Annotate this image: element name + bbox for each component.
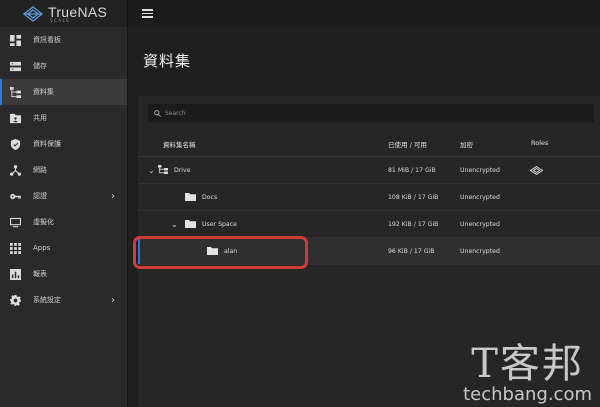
dataset-name: Drive (174, 167, 191, 174)
dataset-name-cell: ⌄ Drive (148, 157, 191, 184)
sidebar-item-label: 資料集 (33, 88, 54, 96)
usage-cell: 108 KiB / 17 GiB (388, 194, 439, 201)
key-icon (10, 191, 21, 202)
chevron-down-icon[interactable]: ⌄ (171, 220, 181, 229)
shield-icon (10, 138, 21, 150)
table-row[interactable]: Docs 108 KiB / 17 GiB Unencrypted (138, 184, 600, 211)
search-box[interactable] (148, 104, 594, 122)
sidebar-item-label: 認證 (33, 192, 47, 200)
storage-icon (10, 61, 21, 72)
dataset-name-cell: ⌄ User Space (171, 211, 237, 238)
sidebar-item-credentials[interactable]: 認證 › (0, 183, 127, 209)
sidebar-item-label: Apps (33, 244, 51, 252)
column-header-roles[interactable]: Roles (531, 139, 548, 147)
dataset-name: Docs (202, 194, 218, 201)
watermark-url: techbang.com (463, 384, 592, 405)
dataset-name: User Space (202, 221, 237, 228)
sidebar-item-system-settings[interactable]: 系統設定 › (0, 287, 127, 313)
monitor-icon (10, 217, 21, 228)
top-bar (128, 0, 600, 27)
sidebar-item-label: 共用 (33, 114, 47, 122)
truenas-logo-icon (22, 5, 44, 22)
sidebar-item-label: 虛擬化 (33, 218, 54, 226)
encryption-cell: Unencrypted (460, 194, 500, 201)
sidebar-item-apps[interactable]: Apps (0, 235, 127, 261)
sidebar-item-dashboard[interactable]: 資訊看板 (0, 27, 127, 53)
search-input[interactable] (165, 109, 565, 117)
truenas-logo[interactable]: TrueNAS SCALE (0, 0, 127, 27)
sidebar: TrueNAS SCALE 資訊看板 儲存 資料集 共用 資料保護 網路 認證 … (0, 0, 128, 407)
sidebar-item-shares[interactable]: 共用 (0, 105, 127, 131)
usage-cell: 96 KiB / 17 GiB (388, 248, 435, 255)
page-title: 資料集 (143, 52, 192, 70)
column-header-usage[interactable]: 已使用 / 可用 (388, 139, 427, 149)
sidebar-item-data-protection[interactable]: 資料保護 (0, 131, 127, 157)
datasets-icon (10, 86, 21, 98)
folder-icon (185, 219, 196, 230)
roles-icon (530, 157, 543, 184)
gear-icon (10, 294, 21, 306)
sidebar-nav: 資訊看板 儲存 資料集 共用 資料保護 網路 認證 › 虛擬化 Apps 報表 … (0, 27, 127, 313)
highlight-annotation (133, 236, 308, 269)
sidebar-item-label: 網路 (33, 166, 47, 174)
sidebar-item-datasets[interactable]: 資料集 (0, 79, 127, 105)
chevron-right-icon: › (111, 190, 115, 202)
watermark-logo: T客邦 (471, 341, 584, 387)
sidebar-item-virtualization[interactable]: 虛擬化 (0, 209, 127, 235)
sidebar-item-reports[interactable]: 報表 (0, 261, 127, 287)
sidebar-item-label: 儲存 (33, 62, 47, 70)
sidebar-item-label: 資料保護 (33, 140, 61, 148)
logo-name: TrueNAS (48, 3, 108, 20)
chevron-down-icon[interactable]: ⌄ (148, 166, 158, 175)
shares-icon (10, 113, 21, 124)
usage-cell: 81 MiB / 17 GiB (388, 167, 436, 174)
encryption-cell: Unencrypted (460, 167, 500, 174)
search-icon (154, 109, 161, 117)
encryption-cell: Unencrypted (460, 248, 500, 255)
dashboard-icon (10, 34, 21, 46)
sidebar-item-network[interactable]: 網路 (0, 157, 127, 183)
hamburger-menu-icon[interactable] (142, 9, 153, 18)
usage-cell: 192 KiB / 17 GiB (388, 221, 439, 228)
reports-icon (10, 268, 21, 280)
column-header-encryption[interactable]: 加密 (460, 139, 473, 149)
sidebar-item-storage[interactable]: 儲存 (0, 53, 127, 79)
network-icon (10, 164, 21, 176)
watermark: T客邦 techbang.com (463, 344, 592, 404)
dataset-tree-icon (158, 165, 168, 176)
sidebar-item-label: 資訊看板 (33, 36, 61, 44)
table-row[interactable]: ⌄ User Space 192 KiB / 17 GiB Unencrypte… (138, 211, 600, 238)
logo-sub: SCALE (50, 17, 71, 23)
table-row[interactable]: ⌄ Drive 81 MiB / 17 GiB Unencrypted (138, 157, 600, 184)
folder-icon (185, 192, 196, 203)
dataset-name-cell: Docs (185, 184, 217, 211)
encryption-cell: Unencrypted (460, 221, 500, 228)
sidebar-item-label: 報表 (33, 270, 47, 278)
column-header-name[interactable]: 資料集名稱 (163, 139, 196, 149)
sidebar-item-label: 系統設定 (33, 296, 61, 304)
chevron-right-icon: › (111, 294, 115, 306)
apps-grid-icon (10, 242, 21, 254)
